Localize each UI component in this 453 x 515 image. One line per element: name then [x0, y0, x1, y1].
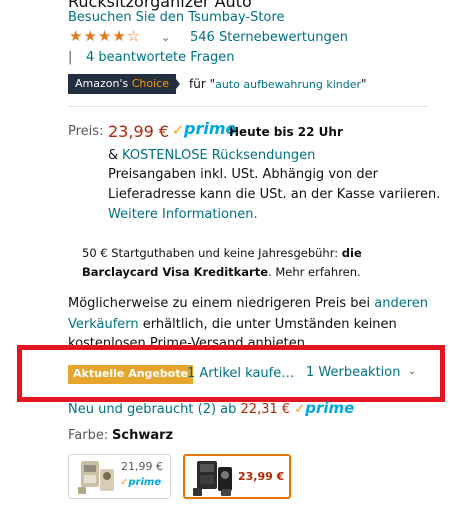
amazons-choice-badge: Amazon's Choice [68, 74, 176, 94]
rating-chevron-icon[interactable]: ⌄ [161, 31, 170, 44]
free-returns-link[interactable]: KOSTENLOSE Rücksendungen [122, 148, 315, 163]
choice-for-prefix: für " [189, 77, 216, 91]
variant-1-price: 21,99 € [121, 460, 163, 473]
barclaycard-prefix: 50 € Startguthaben und keine Jahresgebüh… [82, 246, 342, 260]
ratings-count-link[interactable]: 546 Sternebewertungen [190, 30, 348, 45]
price-label: Preis: [68, 124, 104, 139]
badge-choice-text: Choice [131, 77, 169, 90]
new-used-link[interactable]: Neu und gebraucht (2) ab [68, 402, 241, 417]
badge-amazons-text: Amazon's [75, 77, 129, 90]
rating-stars[interactable]: ★★★★☆ [69, 27, 141, 45]
variant-1-prime-logo: prime [128, 477, 162, 488]
product-detail-panel: Rücksitzorganizer Auto Besuchen Sie den … [0, 0, 453, 515]
color-value: Schwarz [112, 428, 174, 443]
used-prime-logo: prime [305, 399, 355, 417]
prime-check-icon: ✓ [172, 123, 184, 139]
choice-query-link[interactable]: auto aufbewahrung kinder [215, 78, 361, 91]
product-thumbnail-beige [78, 461, 114, 494]
barclaycard-offer-line-1: 50 € Startguthaben und keine Jahresgebüh… [82, 246, 362, 260]
new-used-price: 22,31 € [240, 402, 291, 417]
product-thumbnail-black [193, 461, 232, 496]
store-link[interactable]: Besuchen Sie den Tsumbay-Store [68, 10, 285, 25]
barclaycard-card-name[interactable]: Barclaycard Visa Kreditkarte [82, 265, 268, 279]
new-and-used-offers[interactable]: Neu und gebraucht (2) ab 22,31 € ✓prime [68, 399, 354, 417]
other-sellers-link-1[interactable]: anderen [374, 296, 428, 311]
answered-questions-link[interactable]: 4 beantwortete Fragen [86, 50, 235, 65]
cheaper-offers-line-2: Verkäufern erhältlich, die unter Umständ… [68, 317, 397, 332]
tax-info-line-1: Preisangaben inkl. USt. Abhängig von der [108, 167, 378, 182]
barclaycard-offer-line-2[interactable]: Barclaycard Visa Kreditkarte. Mehr erfah… [82, 265, 361, 279]
barclaycard-learn-more[interactable]: . Mehr erfahren. [268, 265, 361, 279]
cheaper-prefix: Möglicherweise zu einem niedrigeren Prei… [68, 296, 375, 311]
tax-info-line-2: Lieferadresse kann die USt. an der Kasse… [108, 187, 441, 202]
badge-notch [172, 74, 180, 94]
cheaper-offers-line-1: Möglicherweise zu einem niedrigeren Prei… [68, 296, 428, 311]
section-divider [68, 106, 428, 107]
price-value: 23,99 € [108, 122, 170, 141]
returns-ampersand: & [108, 148, 119, 163]
choice-for-suffix: " [361, 77, 367, 91]
used-prime-check-icon: ✓ [294, 402, 306, 417]
choice-query: für "auto aufbewahrung kinder" [189, 77, 367, 91]
variant-2-price: 23,99 € [238, 470, 285, 483]
cheaper-suffix: erhältlich, die unter Umständen keinen [138, 317, 397, 332]
delivery-time: Heute bis 22 Uhr [229, 125, 343, 139]
barclaycard-bold-die: die [341, 246, 362, 260]
variant-1-prime: ✓prime [120, 477, 161, 488]
more-info-link[interactable]: Weitere Informationen. [108, 207, 258, 222]
other-sellers-link-2[interactable]: Verkäufern [68, 317, 139, 332]
qa-separator: | [68, 50, 73, 65]
highlight-annotation-box [17, 345, 445, 402]
color-label: Farbe: [68, 428, 109, 443]
